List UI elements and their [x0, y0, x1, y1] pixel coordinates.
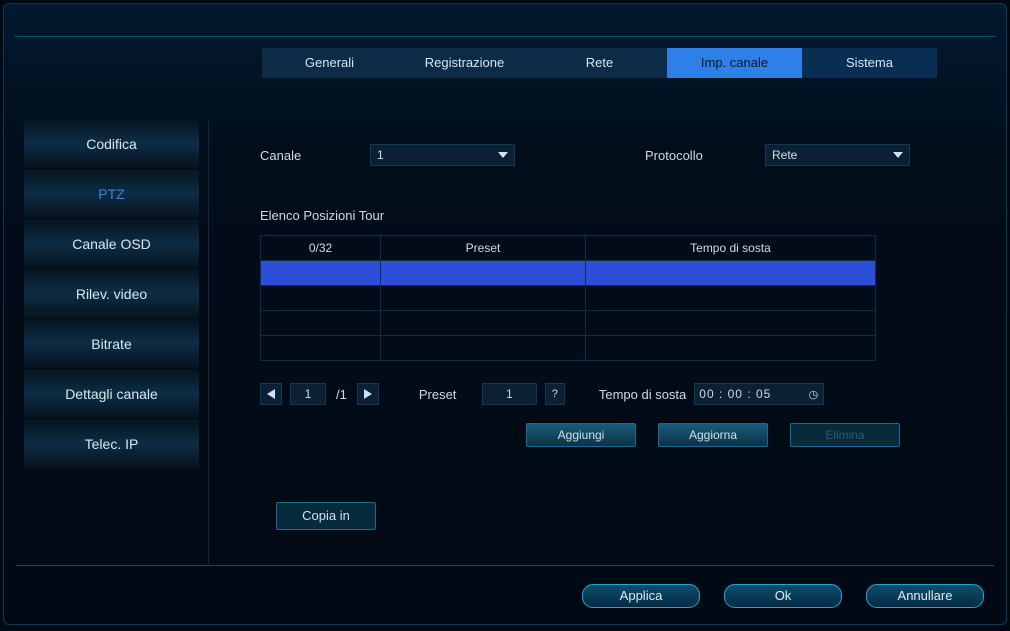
add-button[interactable]: Aggiungi: [526, 423, 636, 447]
table-row[interactable]: [261, 286, 876, 311]
sidebar-item-dettagli-canale[interactable]: Dettagli canale: [24, 369, 199, 419]
sidebar-item-ptz[interactable]: PTZ: [24, 169, 199, 219]
sidebar-item-rilev-video[interactable]: Rilev. video: [24, 269, 199, 319]
table-header: 0/32 Preset Tempo di sosta: [261, 236, 876, 261]
chevron-left-icon: [267, 389, 275, 399]
chevron-down-icon: [893, 152, 903, 158]
section-title: Elenco Posizioni Tour: [260, 208, 910, 223]
canale-select[interactable]: 1: [370, 144, 515, 166]
sidebar-item-codifica[interactable]: Codifica: [24, 119, 199, 169]
preset-input[interactable]: 1: [482, 383, 537, 405]
ok-button[interactable]: Ok: [724, 584, 842, 608]
pager-row: 1 /1 Preset 1 ? Tempo di sosta 00 : 00 :…: [260, 383, 910, 405]
page-next-button[interactable]: [357, 383, 379, 405]
main-panel: Canale 1 Protocollo Rete Elenco Posizion…: [260, 144, 910, 447]
dwell-label: Tempo di sosta: [599, 387, 686, 402]
top-tabs: Generali Registrazione Rete Imp. canale …: [262, 48, 937, 78]
tab-registrazione[interactable]: Registrazione: [397, 48, 532, 78]
update-button[interactable]: Aggiorna: [658, 423, 768, 447]
dwell-value: 00 : 00 : 05: [699, 387, 771, 401]
footer-buttons: Applica Ok Annullare: [582, 584, 984, 608]
table-row[interactable]: [261, 336, 876, 361]
table-row[interactable]: [261, 261, 876, 286]
sidebar-item-bitrate[interactable]: Bitrate: [24, 319, 199, 369]
sidebar-item-telec-ip[interactable]: Telec. IP: [24, 419, 199, 469]
tab-generali[interactable]: Generali: [262, 48, 397, 78]
delete-button[interactable]: Elimina: [790, 423, 900, 447]
tab-rete[interactable]: Rete: [532, 48, 667, 78]
sidebar-divider: [208, 119, 209, 564]
clock-icon: ◷: [809, 388, 820, 401]
tour-table: 0/32 Preset Tempo di sosta: [260, 235, 876, 361]
tab-imp-canale[interactable]: Imp. canale: [667, 48, 802, 78]
protocollo-label: Protocollo: [645, 148, 745, 163]
protocollo-value: Rete: [772, 148, 797, 162]
chevron-down-icon: [498, 152, 508, 158]
cancel-button[interactable]: Annullare: [866, 584, 984, 608]
preset-help-button[interactable]: ?: [545, 383, 565, 405]
page-prev-button[interactable]: [260, 383, 282, 405]
tab-sistema[interactable]: Sistema: [802, 48, 937, 78]
canale-value: 1: [377, 148, 384, 162]
protocollo-select[interactable]: Rete: [765, 144, 910, 166]
col-preset: Preset: [381, 236, 586, 261]
canale-label: Canale: [260, 148, 350, 163]
action-buttons: Aggiungi Aggiorna Elimina: [526, 423, 910, 447]
page-total: /1: [336, 387, 347, 402]
table-row[interactable]: [261, 311, 876, 336]
apply-button[interactable]: Applica: [582, 584, 700, 608]
chevron-right-icon: [364, 389, 372, 399]
page-number-input[interactable]: 1: [290, 383, 326, 405]
col-dwell: Tempo di sosta: [586, 236, 876, 261]
footer-divider: [16, 565, 994, 566]
sidebar-item-canale-osd[interactable]: Canale OSD: [24, 219, 199, 269]
copy-button[interactable]: Copia in: [276, 502, 376, 530]
settings-window: Generali Registrazione Rete Imp. canale …: [3, 3, 1007, 625]
header-divider: [14, 36, 996, 37]
sidebar: Codifica PTZ Canale OSD Rilev. video Bit…: [24, 119, 199, 469]
preset-label: Preset: [419, 387, 474, 402]
row-canale-protocollo: Canale 1 Protocollo Rete: [260, 144, 910, 166]
dwell-time-input[interactable]: 00 : 00 : 05 ◷: [694, 383, 824, 405]
col-index: 0/32: [261, 236, 381, 261]
